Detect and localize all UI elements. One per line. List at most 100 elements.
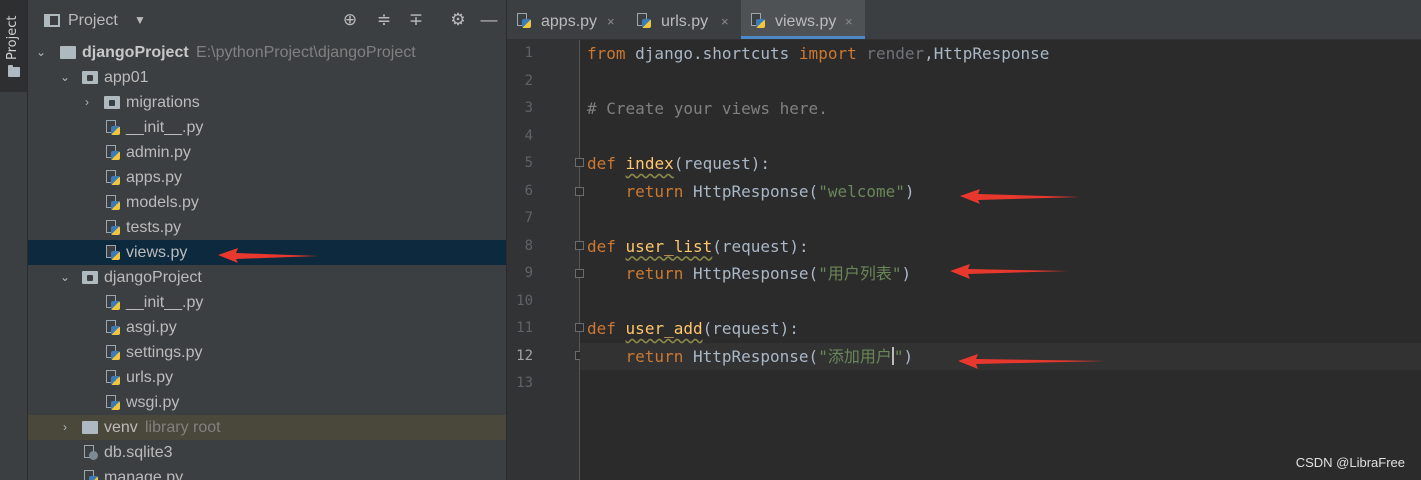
project-view-selector[interactable]: Project [68,12,118,30]
code-text-area[interactable]: from django.shortcuts import render,Http… [580,40,1421,480]
call-token: HttpResponse( [683,346,819,366]
line-number: 10 [516,292,533,309]
tree-item-path-hint: E:\pythonProject\djangoProject [196,44,416,61]
line-number: 7 [524,210,533,226]
close-icon[interactable]: × [607,0,615,43]
call-token: HttpResponse( [683,181,819,201]
tree-item-file[interactable]: urls.py [28,365,506,390]
python-file-icon [106,295,121,311]
project-panel-header: Project ▼ ⊕ ≑ ∓ ⚙ — [28,0,506,40]
close-icon[interactable]: × [845,0,853,43]
database-file-icon [84,445,99,461]
tree-item-file[interactable]: wsgi.py [28,390,506,415]
keyword-token: return [625,264,684,283]
tree-item-file[interactable]: db.sqlite3 [28,440,506,465]
tree-item-file[interactable]: asgi.py [28,315,506,340]
line-number: 9 [524,265,533,281]
folder-icon [60,46,76,59]
code-line-8: def user_list(request): [587,233,809,260]
tree-item-file[interactable]: manage.py [28,465,506,480]
tree-item-app01[interactable]: ⌄ app01 [28,65,506,90]
tree-item-file[interactable]: settings.py [28,340,506,365]
project-tool-window-button[interactable]: Project [0,0,27,92]
folder-icon [8,65,20,77]
python-file-icon [637,13,652,29]
call-token: HttpResponse( [683,264,819,283]
tree-item-file[interactable]: apps.py [28,165,506,190]
tab-apps-py[interactable]: apps.py × [507,0,625,39]
tree-item-label: admin.py [126,144,191,161]
expand-all-icon[interactable]: ≑ [374,10,394,30]
gear-icon[interactable]: ⚙ [448,10,468,30]
package-folder-icon [82,71,98,84]
python-file-icon [106,345,121,361]
chevron-down-icon[interactable]: ⌄ [58,265,72,290]
tree-item-file[interactable]: admin.py [28,140,506,165]
code-line-5: def index(request): [587,150,770,177]
function-name-token: index [625,154,674,173]
tree-item-label: apps.py [126,169,183,186]
line-number-gutter: 1 2 3 4 5 6 7 8 9 10 11 12 13 [507,40,579,480]
tree-item-label: app01 [104,69,149,86]
chevron-down-icon[interactable]: ⌄ [34,40,48,65]
code-line-6: return HttpResponse("welcome") [587,178,915,205]
comment-token: # Create your views here. [587,99,828,118]
tree-item-file[interactable]: __init__.py [28,115,506,140]
tree-item-label: db.sqlite3 [104,444,173,461]
tab-views-py[interactable]: views.py × [741,0,865,39]
tree-item-migrations[interactable]: › migrations [28,90,506,115]
chevron-right-icon[interactable]: › [80,90,94,115]
python-file-icon [106,220,121,236]
tree-item-label: asgi.py [126,319,177,336]
tree-item-label: migrations [126,94,200,111]
python-file-icon [106,170,121,186]
hide-panel-icon[interactable]: — [479,10,499,30]
tree-item-label: __init__.py [126,119,204,136]
python-file-icon [84,470,99,480]
close-icon[interactable]: × [721,0,729,43]
tree-item-label: settings.py [126,344,203,361]
tree-item-root[interactable]: ⌄ djangoProject E:\pythonProject\djangoP… [28,40,506,65]
code-line-3: # Create your views here. [587,95,828,122]
keyword-token: import [798,44,857,63]
string-token: "welcome" [818,181,905,201]
tree-item-label: urls.py [126,369,174,386]
chevron-down-icon[interactable]: ⌄ [58,65,72,90]
code-line-1: from django.shortcuts import render,Http… [587,40,1049,67]
tree-item-views-selected[interactable]: views.py [28,240,506,265]
tree-item-djangoproject-package[interactable]: ⌄ djangoProject [28,265,506,290]
chevron-down-icon[interactable]: ▼ [134,13,146,27]
package-folder-icon [82,271,98,284]
line-number: 1 [524,45,533,61]
paren-token: ) [901,264,912,283]
tree-item-label: views.py [126,244,188,261]
python-file-icon [106,145,121,161]
keyword-token: return [625,346,684,366]
collapse-all-icon[interactable]: ∓ [406,10,426,30]
tree-item-file[interactable]: __init__.py [28,290,506,315]
string-token: "用户列表" [818,264,902,283]
watermark: CSDN @LibraFree [1295,455,1405,470]
tree-item-file[interactable]: models.py [28,190,506,215]
tree-item-file[interactable]: tests.py [28,215,506,240]
paren-token: ) [904,181,915,201]
tab-label: apps.py [541,13,598,30]
project-panel: Project ▼ ⊕ ≑ ∓ ⚙ — ⌄ djangoProject E:\p… [28,0,506,480]
function-name-token: user_list [625,236,713,256]
tree-item-venv[interactable]: › venv library root [28,415,506,440]
python-file-icon [517,13,532,29]
line-number: 2 [524,72,533,89]
string-token: "添加用户 [818,346,892,366]
line-number: 5 [524,155,533,171]
tab-urls-py[interactable]: urls.py × [627,0,739,39]
python-file-icon [106,320,121,336]
function-name-token: user_add [625,319,703,338]
project-window-icon [44,14,60,27]
locate-file-icon[interactable]: ⊕ [340,10,360,30]
chevron-right-icon[interactable]: › [58,415,72,440]
python-file-icon [106,245,121,261]
folder-icon [82,421,98,434]
import-name-token: ,HttpResponse [924,44,1050,63]
editor-tab-bar: apps.py × urls.py × views.py × [507,0,1421,40]
args-token: (request): [712,236,809,256]
